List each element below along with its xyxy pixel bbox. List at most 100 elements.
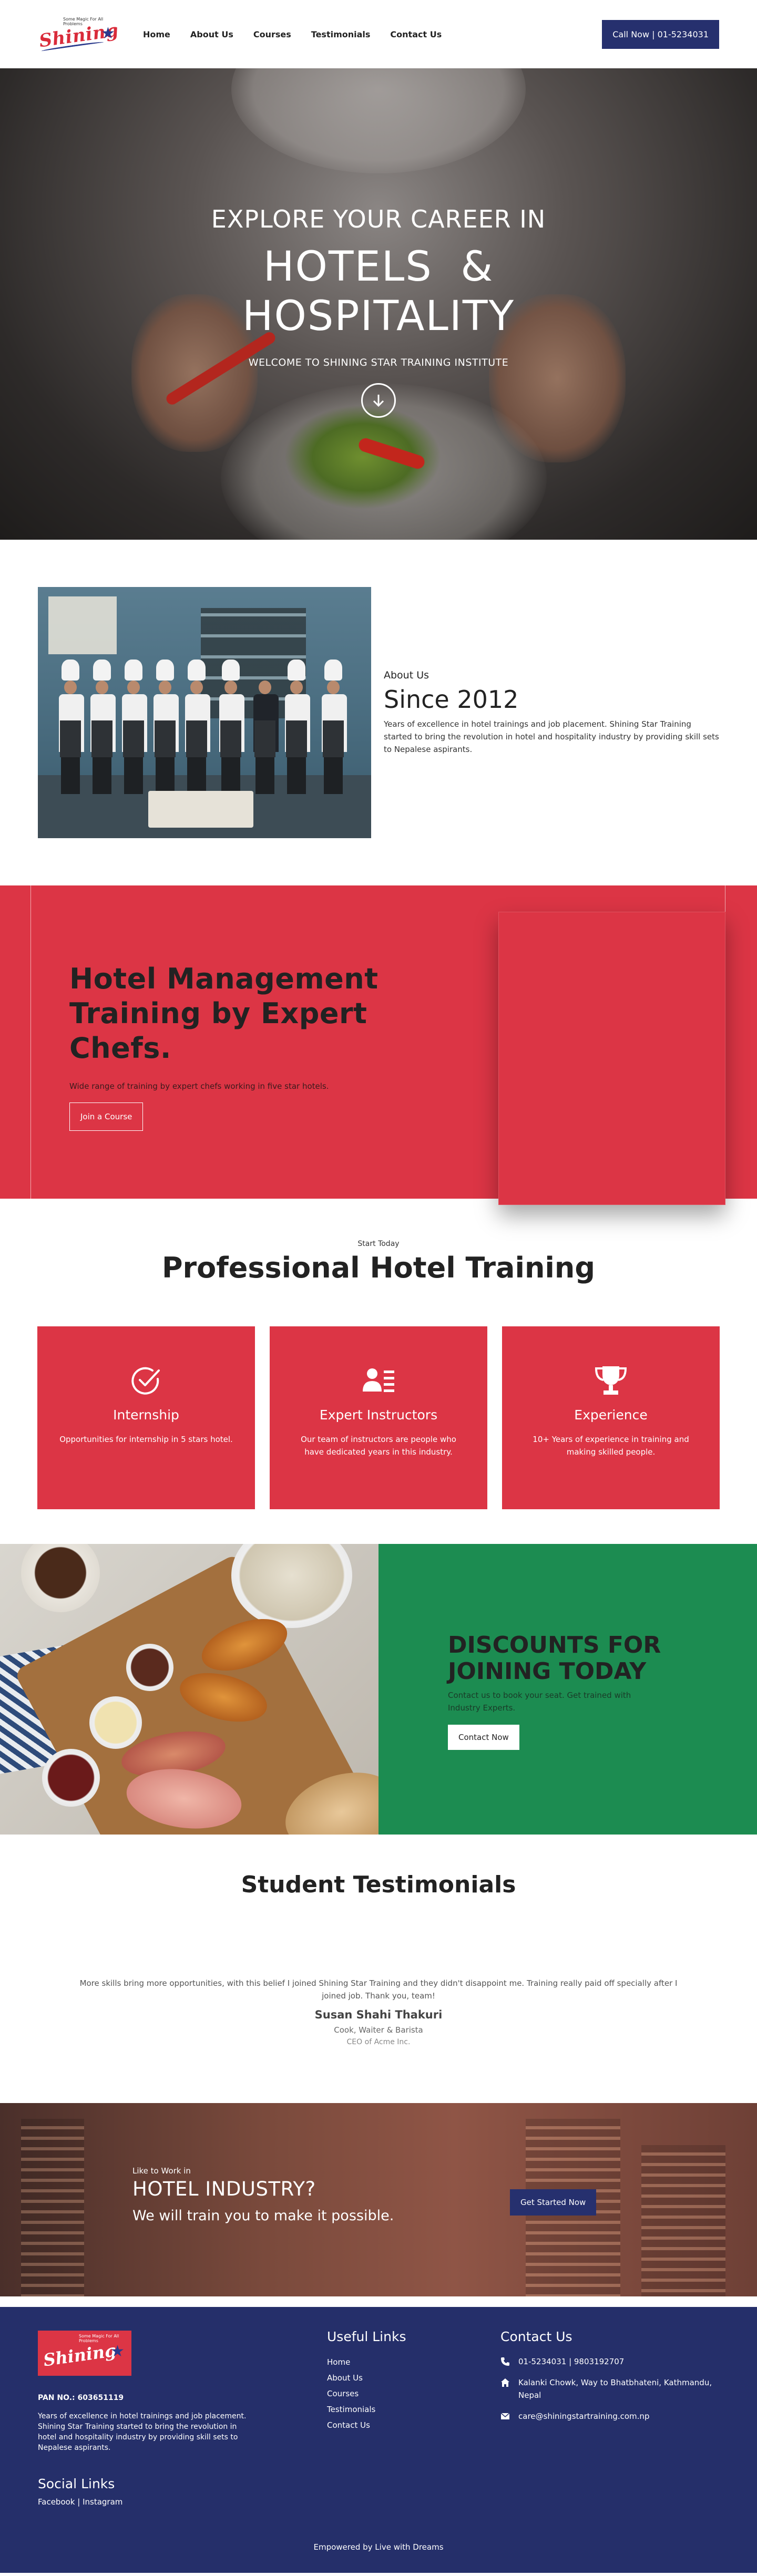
discount-panel: DISCOUNTS FOR JOINING TODAY Contact us t…	[378, 1544, 757, 1835]
footer-credit: Empowered by Live with Dreams	[313, 2542, 444, 2552]
chef-figure	[59, 660, 84, 796]
instructor-icon	[362, 1364, 395, 1398]
contact-now-button[interactable]: Contact Now	[448, 1725, 519, 1750]
footer-address: Kalanki Chowk, Way to Bhatbhateni, Kathm…	[500, 2376, 721, 2402]
shining-star-logo[interactable]: Some Magic For All Problems Shining ★	[38, 17, 122, 53]
chef-figure	[90, 660, 116, 796]
nav-testimonials[interactable]: Testimonials	[311, 29, 371, 39]
management-subtitle: Wide range of training by expert chefs w…	[69, 1081, 329, 1091]
photo-table	[148, 791, 253, 828]
hero-line-3: WELCOME TO SHINING STAR TRAINING INSTITU…	[248, 357, 509, 369]
footer-contact-list: 01-5234031 | 9803192707 Kalanki Chowk, W…	[500, 2355, 721, 2431]
chef-figure	[285, 660, 310, 796]
social-separator: |	[75, 2497, 83, 2507]
site-header: Some Magic For All Problems Shining ★ Ho…	[0, 0, 757, 68]
about-text: About Us Since 2012 Years of excellence …	[384, 669, 719, 756]
testimonial-name: Susan Shahi Thakuri	[314, 2008, 443, 2021]
about-since: Since 2012	[384, 685, 519, 714]
footer-phone[interactable]: 01-5234031 | 9803192707	[500, 2355, 721, 2368]
call-now-button[interactable]: Call Now | 01-5234031	[602, 19, 719, 49]
feature-card-desc: 10+ Years of experience in training and …	[533, 1435, 689, 1457]
breakfast-photo	[0, 1544, 378, 1835]
footer-link-about-us[interactable]: About Us	[327, 2370, 375, 2386]
industry-line: We will train you to make it possible.	[132, 2208, 394, 2224]
management-shadow-box	[498, 912, 725, 1205]
testimonials-section: Student Testimonials More skills bring m…	[0, 1835, 757, 2103]
nav-about-us[interactable]: About Us	[190, 29, 233, 39]
footer-useful-title: Useful Links	[327, 2329, 406, 2344]
hero-line-2b: HOSPITALITY	[242, 292, 515, 340]
facebook-link[interactable]: Facebook	[38, 2497, 75, 2507]
chef-figure	[185, 660, 210, 796]
chef-figure	[219, 660, 244, 796]
management-content: Hotel Management Training by Expert Chef…	[69, 962, 411, 1131]
hero-chef-hat	[231, 68, 526, 173]
butter-bowl	[89, 1696, 142, 1749]
chef-figure	[322, 660, 347, 796]
home-icon	[501, 2378, 509, 2387]
nav-courses[interactable]: Courses	[253, 29, 291, 39]
sauce-bowl	[42, 1749, 100, 1807]
footer-link-courses[interactable]: Courses	[327, 2386, 375, 2402]
footer-link-contact-us[interactable]: Contact Us	[327, 2417, 375, 2433]
footer-contact-title: Contact Us	[500, 2329, 572, 2344]
instagram-link[interactable]: Instagram	[83, 2497, 122, 2507]
chef-figure	[253, 660, 279, 796]
get-started-button[interactable]: Get Started Now	[510, 2189, 597, 2216]
join-course-button[interactable]: Join a Course	[69, 1102, 144, 1131]
nav-home[interactable]: Home	[143, 29, 170, 39]
hero-line-1: EXPLORE YOUR CAREER IN	[211, 205, 546, 233]
chef-figure	[154, 660, 179, 796]
training-title: Professional Hotel Training	[161, 1251, 596, 1284]
about-section: About Us Since 2012 Years of excellence …	[0, 540, 757, 885]
footer-social-links: Facebook | Instagram	[38, 2497, 122, 2507]
jam-bowl	[126, 1644, 173, 1691]
testimonial-org: CEO of Acme Inc.	[346, 2038, 411, 2046]
feature-card-title: Experience	[574, 1407, 648, 1423]
main-nav: Home About Us Courses Testimonials Conta…	[143, 29, 442, 39]
building-bg	[641, 2145, 725, 2296]
star-icon: ★	[101, 24, 115, 43]
feature-cards: Internship Opportunities for internship …	[0, 1326, 757, 1509]
building-bg	[21, 2119, 84, 2296]
chef-figure	[122, 660, 147, 796]
about-label: About Us	[384, 669, 429, 681]
industry-kicker: Like to Work in	[132, 2166, 191, 2176]
photo-banner	[48, 596, 117, 654]
check-circle-icon	[129, 1364, 163, 1398]
training-kicker: Start Today	[357, 1240, 400, 1248]
site-footer: Some Magic For All Problems Shining ★ PA…	[0, 2307, 757, 2573]
feature-card-title: Internship	[113, 1407, 179, 1423]
management-section: Hotel Management Training by Expert Chef…	[0, 885, 757, 1205]
feature-card-experience: Experience 10+ Years of experience in tr…	[502, 1326, 720, 1509]
coffee-cup	[21, 1544, 100, 1612]
footer-link-testimonials[interactable]: Testimonials	[327, 2402, 375, 2417]
feature-card-desc: Our team of instructors are people who h…	[301, 1435, 456, 1457]
hero-line-2: HOTELS & HOSPITALITY	[0, 243, 757, 341]
trophy-icon	[594, 1364, 628, 1398]
testimonial-role: Cook, Waiter & Barista	[334, 2025, 423, 2035]
star-icon: ★	[110, 2342, 125, 2361]
phone-icon	[501, 2357, 509, 2366]
discount-title-line-1: DISCOUNTS FOR	[448, 1632, 661, 1658]
footer-useful-links: Home About Us Courses Testimonials Conta…	[327, 2354, 375, 2433]
discount-text: Contact us to book your seat. Get traine…	[448, 1691, 631, 1713]
feature-card-desc: Opportunities for internship in 5 stars …	[59, 1435, 233, 1444]
footer-logo[interactable]: Some Magic For All Problems Shining ★	[38, 2331, 131, 2376]
footer-email[interactable]: care@shiningstartraining.com.np	[500, 2410, 721, 2423]
footer-email-text: care@shiningstartraining.com.np	[518, 2412, 650, 2421]
footer-phone-text: 01-5234031 | 9803192707	[518, 2357, 625, 2366]
hero-line-2a: HOTELS &	[263, 243, 494, 291]
nav-contact-us[interactable]: Contact Us	[390, 29, 442, 39]
footer-description: Years of excellence in hotel trainings a…	[38, 2412, 247, 2452]
feature-card-title: Expert Instructors	[319, 1407, 438, 1423]
arrow-down-circle-icon[interactable]	[361, 383, 396, 418]
team-photo	[38, 587, 371, 838]
hero-content: EXPLORE YOUR CAREER IN HOTELS & HOSPITAL…	[0, 205, 757, 418]
training-section: Start Today Professional Hotel Training …	[0, 1199, 757, 1544]
discount-section: DISCOUNTS FOR JOINING TODAY Contact us t…	[0, 1544, 757, 1835]
logo-wordmark: Shining	[42, 2340, 118, 2371]
footer-link-home[interactable]: Home	[327, 2354, 375, 2370]
footer-social-title: Social Links	[38, 2476, 115, 2491]
envelope-icon	[500, 2413, 510, 2419]
